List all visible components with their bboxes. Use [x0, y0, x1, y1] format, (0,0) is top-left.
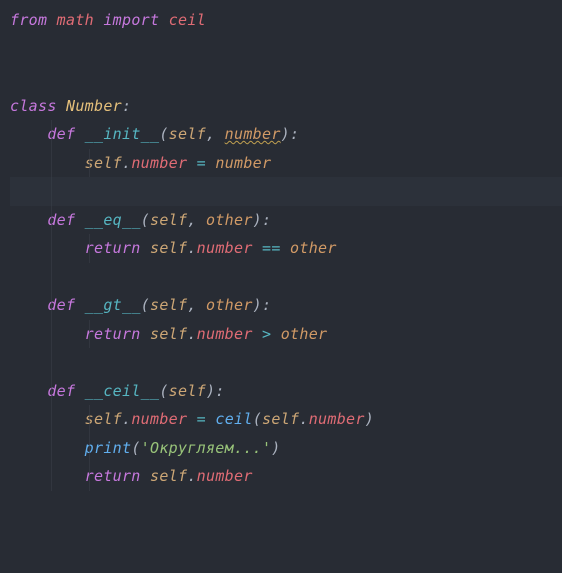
assign-op: = [197, 154, 206, 172]
code-line[interactable]: return self.number [10, 462, 562, 491]
code-line[interactable]: def __ceil__(self): [10, 377, 562, 406]
blank-line[interactable] [10, 263, 562, 292]
attribute: number [131, 410, 187, 428]
self-ref: self [150, 325, 187, 343]
lparen: ( [253, 410, 262, 428]
module-name: math [57, 11, 94, 29]
lparen: ( [141, 211, 150, 229]
keyword-from: from [10, 11, 47, 29]
comma: , [187, 296, 206, 314]
colon: : [262, 296, 271, 314]
code-line[interactable]: class Number: [10, 92, 562, 121]
blank-line-highlighted[interactable] [10, 177, 562, 206]
code-line[interactable]: def __init__(self, number): [10, 120, 562, 149]
param-self: self [169, 125, 206, 143]
blank-line[interactable] [10, 348, 562, 377]
class-name: Number [66, 97, 122, 115]
keyword-return: return [85, 325, 141, 343]
keyword-return: return [85, 239, 141, 257]
colon: : [262, 211, 271, 229]
self-ref: self [85, 154, 122, 172]
dot: . [122, 410, 131, 428]
keyword-return: return [85, 467, 141, 485]
dot: . [187, 325, 196, 343]
code-editor[interactable]: from math import ceil class Number: def … [10, 6, 562, 491]
param-self: self [150, 211, 187, 229]
rparen: ) [253, 211, 262, 229]
lparen: ( [131, 439, 140, 457]
keyword-import: import [103, 11, 159, 29]
dot: . [187, 467, 196, 485]
self-ref: self [150, 239, 187, 257]
code-line[interactable]: def __gt__(self, other): [10, 291, 562, 320]
code-line[interactable]: self.number = ceil(self.number) [10, 405, 562, 434]
code-line[interactable]: self.number = number [10, 149, 562, 178]
param-other: other [206, 296, 253, 314]
attribute: number [197, 467, 253, 485]
string-literal: 'Округляем...' [141, 439, 272, 457]
code-line[interactable]: print('Округляем...') [10, 434, 562, 463]
lparen: ( [159, 382, 168, 400]
code-line[interactable]: from math import ceil [10, 6, 562, 35]
rparen: ) [365, 410, 374, 428]
gt-op: > [262, 325, 271, 343]
lparen: ( [141, 296, 150, 314]
assign-op: = [197, 410, 206, 428]
method-name: __eq__ [85, 211, 141, 229]
colon: : [290, 125, 299, 143]
attribute: number [197, 325, 253, 343]
rhs-var: number [215, 154, 271, 172]
function-call: ceil [215, 410, 252, 428]
keyword-class: class [10, 97, 57, 115]
code-line[interactable]: return self.number > other [10, 320, 562, 349]
param-number: number [225, 125, 281, 143]
dot: . [187, 239, 196, 257]
method-name: __ceil__ [85, 382, 160, 400]
eq-op: == [262, 239, 281, 257]
self-ref: self [150, 467, 187, 485]
blank-line[interactable] [10, 63, 562, 92]
attribute: number [197, 239, 253, 257]
attribute: number [309, 410, 365, 428]
rparen: ) [253, 296, 262, 314]
lparen: ( [159, 125, 168, 143]
method-name: __gt__ [85, 296, 141, 314]
self-ref: self [85, 410, 122, 428]
colon: : [122, 97, 131, 115]
rparen: ) [271, 439, 280, 457]
comma: , [187, 211, 206, 229]
dot: . [299, 410, 308, 428]
method-name: __init__ [85, 125, 160, 143]
param-self: self [169, 382, 206, 400]
param-other: other [206, 211, 253, 229]
imported-name: ceil [169, 11, 206, 29]
code-line[interactable]: def __eq__(self, other): [10, 206, 562, 235]
blank-line[interactable] [10, 35, 562, 64]
rhs-var: other [281, 325, 328, 343]
param-self: self [150, 296, 187, 314]
rparen: ) [206, 382, 215, 400]
rparen: ) [281, 125, 290, 143]
rhs-var: other [290, 239, 337, 257]
code-line[interactable]: return self.number == other [10, 234, 562, 263]
comma: , [206, 125, 225, 143]
attribute: number [131, 154, 187, 172]
self-ref: self [262, 410, 299, 428]
print-call: print [85, 439, 132, 457]
colon: : [215, 382, 224, 400]
dot: . [122, 154, 131, 172]
